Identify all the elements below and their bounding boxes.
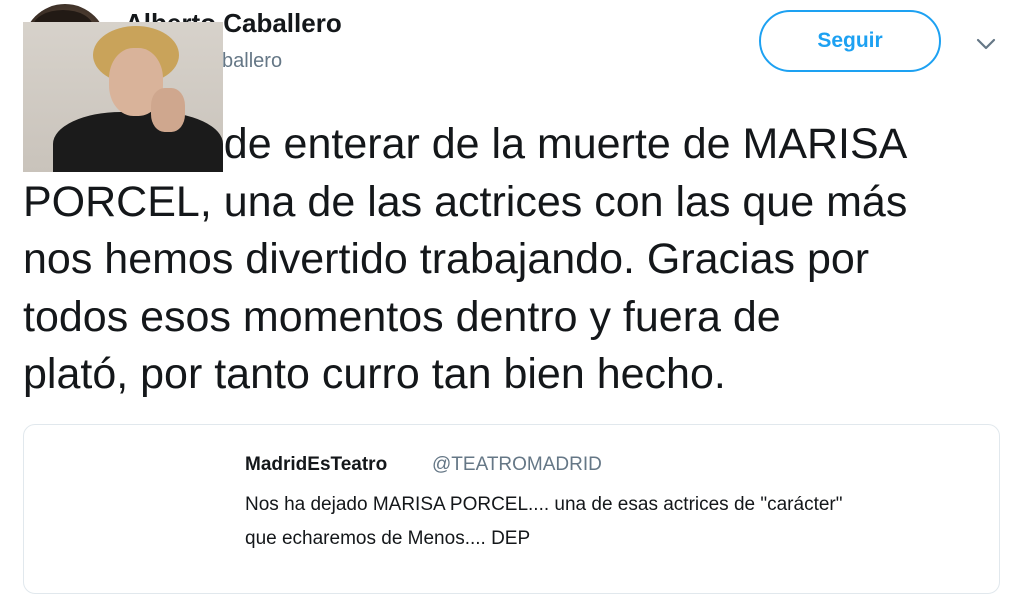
follow-button[interactable]: Seguir: [759, 10, 941, 72]
quoted-tweet-image[interactable]: [23, 22, 223, 172]
chevron-down-icon[interactable]: [974, 32, 998, 56]
quoted-tweet-text: Nos ha dejado MARISA PORCEL.... una de e…: [245, 494, 843, 549]
quoted-author-name[interactable]: MadridEsTeatro: [245, 454, 387, 476]
photo-body: [53, 112, 223, 172]
photo-hand: [151, 88, 185, 132]
quoted-author-handle[interactable]: @TEATROMADRID: [432, 454, 602, 476]
